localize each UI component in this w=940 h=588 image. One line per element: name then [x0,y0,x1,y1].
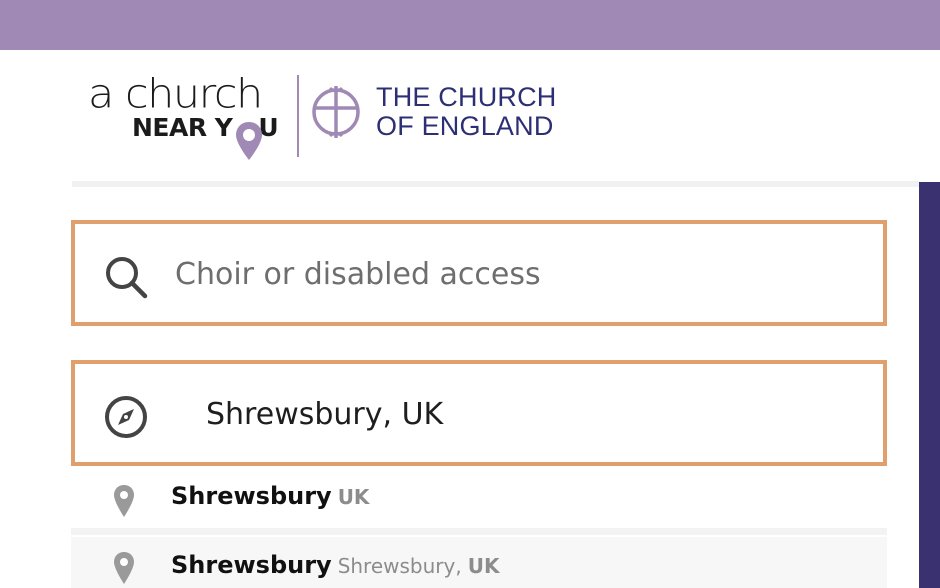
side-panel-edge [919,182,940,588]
a-church-near-you-logo[interactable]: a church NEAR YU [88,74,293,164]
location-suggestion[interactable]: Shrewsbury Shrewsbury, UK [71,537,887,588]
search-field[interactable]: Choir or disabled access [71,220,887,326]
header-divider [72,181,920,187]
map-pin-icon [114,485,134,517]
suggestion-divider [71,528,887,535]
search-icon [106,257,148,299]
logo-divider [297,75,299,157]
suggestion-country: UK [337,485,370,509]
church-of-england-logo-text[interactable]: THE CHURCH OF ENGLAND [376,83,557,141]
top-bar [0,0,940,50]
location-field[interactable]: Shrewsbury, UK [71,360,887,466]
suggestion-text: Shrewsbury Shrewsbury, UK [171,551,499,579]
suggestion-text: Shrewsbury UK [171,482,369,510]
coe-line-2: OF ENGLAND [376,111,554,141]
search-input[interactable]: Choir or disabled access [175,255,541,295]
suggestion-detail: Shrewsbury, [337,554,462,578]
compass-icon [105,396,147,438]
logo-pin-icon [236,122,262,160]
suggestion-name: Shrewsbury [171,551,332,579]
church-of-england-cross-icon[interactable] [310,84,362,140]
suggestion-country: UK [467,554,500,578]
map-pin-icon [114,552,134,584]
location-input[interactable]: Shrewsbury, UK [206,395,443,435]
coe-line-1: THE CHURCH [376,82,557,112]
logo-line-1: a church [88,71,263,118]
location-suggestion[interactable]: Shrewsbury UK [71,470,887,528]
suggestion-name: Shrewsbury [171,482,332,510]
